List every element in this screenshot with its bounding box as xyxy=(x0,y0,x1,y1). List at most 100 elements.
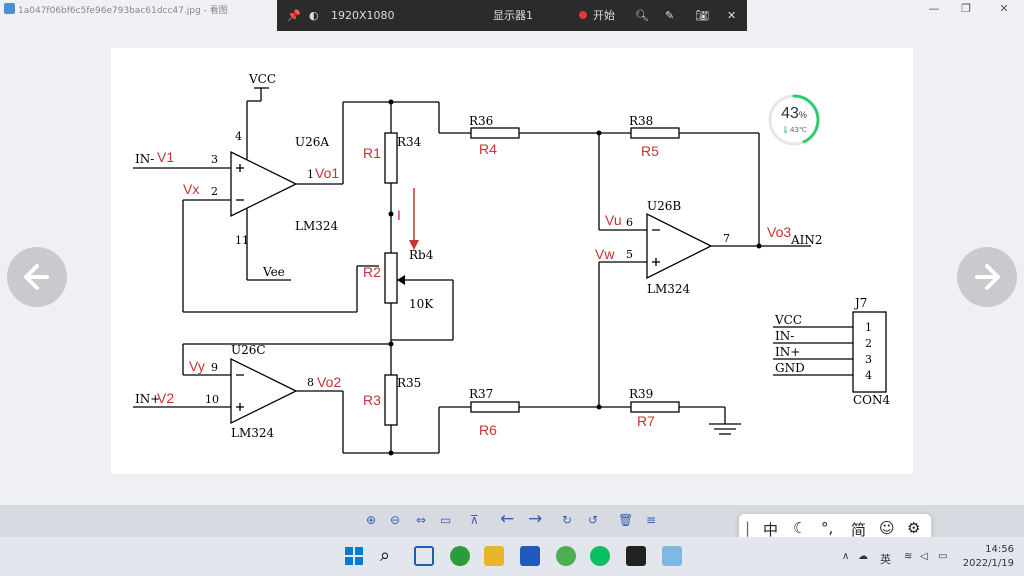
label-r36: R36 xyxy=(469,114,493,128)
arrow-right-icon xyxy=(975,264,1000,290)
op-amp-u26c xyxy=(230,357,298,425)
label-vee: Vee xyxy=(262,265,285,279)
pen-icon[interactable]: ✎ xyxy=(665,0,674,31)
restore-button[interactable]: ❐ xyxy=(958,2,974,16)
label-r34: R34 xyxy=(397,135,422,149)
label-u26c: U26C xyxy=(231,343,266,357)
label-conn-1: 1 xyxy=(865,321,872,334)
annotation-vx: Vx xyxy=(183,181,199,197)
resistor-r36 xyxy=(470,127,520,139)
contrast-icon[interactable]: ◐ xyxy=(309,0,319,31)
previous-image-button[interactable] xyxy=(7,247,67,307)
cpu-percent: 43 xyxy=(781,105,799,122)
label-in-minus: IN- xyxy=(135,152,154,166)
search-taskbar-icon[interactable]: ⌕ xyxy=(380,546,400,566)
rotate-right-icon[interactable]: ↻ xyxy=(562,513,572,527)
arrow-left-icon xyxy=(24,264,49,290)
annotation-vo3: Vo3 xyxy=(767,224,791,240)
ime-settings-icon[interactable]: ⚙ xyxy=(907,519,920,537)
task-view-icon[interactable] xyxy=(414,546,434,566)
punctuation-icon[interactable]: °, xyxy=(821,519,833,537)
next-image-button[interactable] xyxy=(957,247,1017,307)
label-con4: CON4 xyxy=(853,393,891,407)
label-pin6: 6 xyxy=(626,216,633,229)
label-lm324-c: LM324 xyxy=(231,426,275,440)
label-lm324-a: LM324 xyxy=(295,219,339,233)
clock-date[interactable]: 2022/1/19 xyxy=(956,558,1014,569)
label-j7: J7 xyxy=(853,296,867,310)
toolbar-close-icon[interactable]: ✕ xyxy=(727,0,736,31)
zoom-out-icon[interactable]: ⊖ xyxy=(390,513,400,527)
label-pin10: 10 xyxy=(205,393,219,406)
zoom-in-icon[interactable]: ⊕ xyxy=(366,513,376,527)
close-button[interactable]: ✕ xyxy=(996,2,1012,16)
moon-icon[interactable]: ☾ xyxy=(793,519,806,537)
cpu-usage-widget[interactable]: 43% 🌡︎43℃ xyxy=(768,94,820,146)
label-conn-in-minus: IN- xyxy=(775,329,794,343)
slideshow-icon[interactable]: ⊼ xyxy=(470,513,479,527)
prev-arrow-icon[interactable]: ← xyxy=(500,509,514,529)
minimize-button[interactable]: — xyxy=(926,2,942,16)
capture-toolbar: 📌 ◐ 1920X1080 显示器1 开始 🔍︎ ✎ 📷︎ ✕ xyxy=(277,0,747,31)
windows-start-icon[interactable] xyxy=(344,546,364,566)
label-vcc: VCC xyxy=(248,72,276,86)
annotation-vw: Vw xyxy=(595,246,615,262)
label-pin7: 7 xyxy=(723,232,730,245)
annotation-r7: R7 xyxy=(637,413,655,429)
fit-screen-icon[interactable]: ⇔ xyxy=(416,513,426,527)
start-button[interactable]: 开始 xyxy=(593,0,615,31)
label-lm324-b: LM324 xyxy=(647,282,691,296)
label-pin4: 4 xyxy=(235,130,242,143)
browser-icon[interactable] xyxy=(556,546,576,566)
wechat-icon[interactable] xyxy=(590,546,610,566)
label-rb4: Rb4 xyxy=(409,248,434,262)
word-icon[interactable] xyxy=(520,546,540,566)
cpu-temperature: 43℃ xyxy=(790,126,807,134)
search-icon[interactable]: 🔍︎ xyxy=(635,0,649,31)
tray-chevron-icon[interactable]: ∧ xyxy=(842,551,849,562)
annotation-v2: V2 xyxy=(157,390,174,406)
label-u26a: U26A xyxy=(295,135,329,149)
label-10k: 10K xyxy=(409,297,434,311)
battery-icon[interactable]: ▭ xyxy=(938,551,947,562)
label-pin11: 11 xyxy=(235,234,249,247)
label-r39: R39 xyxy=(629,387,653,401)
emoji-icon[interactable]: ☺ xyxy=(879,519,895,537)
potentiometer-rb4 xyxy=(384,252,398,304)
annotation-r5: R5 xyxy=(641,143,659,159)
delete-icon[interactable]: 🗑︎ xyxy=(618,513,633,527)
photos-icon[interactable] xyxy=(662,546,682,566)
resistor-r39 xyxy=(630,401,680,413)
label-pin9: 9 xyxy=(211,361,218,374)
cloud-icon[interactable]: ☁ xyxy=(858,551,868,562)
next-arrow-icon[interactable]: → xyxy=(528,509,542,529)
label-r38: R38 xyxy=(629,114,653,128)
resistor-r38 xyxy=(630,127,680,139)
camera-app-icon[interactable] xyxy=(626,546,646,566)
file-explorer-icon[interactable] xyxy=(484,546,504,566)
rotate-left-icon[interactable]: ↺ xyxy=(588,513,598,527)
wifi-icon[interactable]: ≋ xyxy=(904,551,912,562)
label-conn-4: 4 xyxy=(865,369,872,382)
input-language[interactable]: 英 xyxy=(880,551,891,567)
op-amp-u26b xyxy=(646,212,713,280)
app-green-icon[interactable] xyxy=(450,546,470,566)
volume-icon[interactable]: ◁ xyxy=(920,551,928,562)
clock-time[interactable]: 14:56 xyxy=(966,544,1014,555)
resolution-label: 1920X1080 xyxy=(331,9,395,22)
image-app-icon xyxy=(4,3,15,14)
annotation-vy: Vy xyxy=(189,358,205,374)
open-folder-icon[interactable]: ▭ xyxy=(440,513,451,527)
label-pin8: 8 xyxy=(307,376,314,389)
resistor-r37 xyxy=(470,401,520,413)
display-selector[interactable]: 显示器1 xyxy=(493,0,533,31)
label-r37: R37 xyxy=(469,387,493,401)
ime-handle-icon[interactable]: | xyxy=(745,519,750,537)
cpu-percent-sign: % xyxy=(798,110,807,120)
pin-icon[interactable]: 📌 xyxy=(287,0,301,31)
label-pin3: 3 xyxy=(211,153,218,166)
menu-icon[interactable]: ≡ xyxy=(646,513,656,527)
label-ain2: AIN2 xyxy=(790,233,823,247)
camera-icon[interactable]: 📷︎ xyxy=(695,0,709,31)
annotation-r6: R6 xyxy=(479,422,497,438)
